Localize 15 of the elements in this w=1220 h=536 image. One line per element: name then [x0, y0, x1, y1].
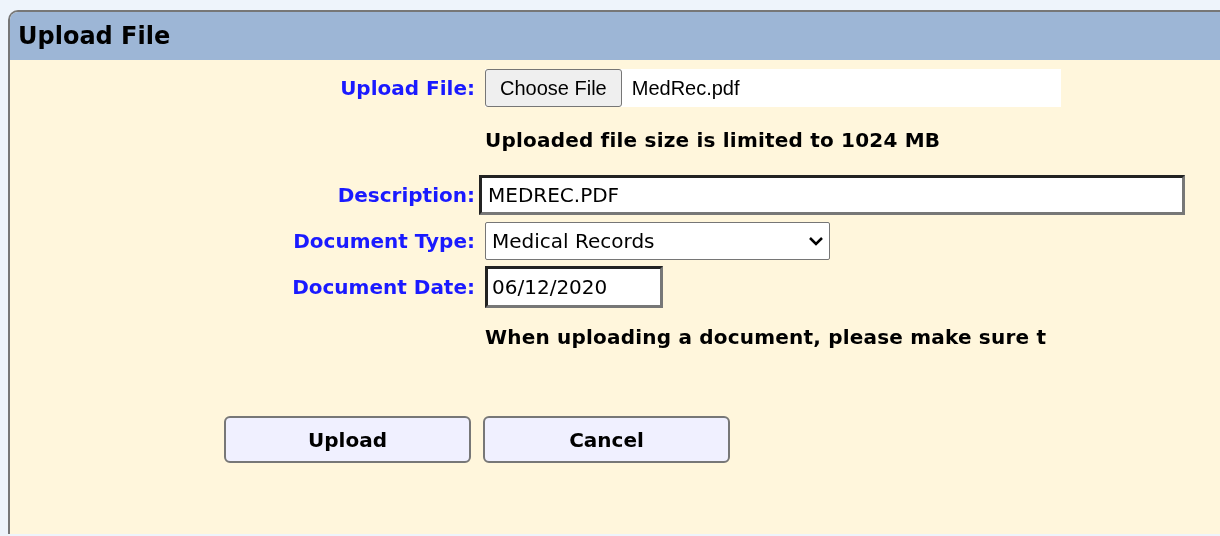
date-field[interactable]: 06/12/2020: [485, 266, 663, 308]
description-field[interactable]: MEDREC.PDF: [479, 175, 1185, 215]
choose-file-button[interactable]: Choose File: [485, 69, 622, 107]
upload-button[interactable]: Upload: [224, 416, 471, 463]
field-label: Upload File:: [340, 75, 475, 102]
file-name: MedRec.pdf: [631, 76, 740, 101]
field-label: Document Date:: [292, 274, 475, 301]
chevron-down-icon: [809, 236, 823, 246]
field-label: Description:: [337, 182, 475, 209]
field-label: Document Type:: [293, 228, 475, 255]
note-text: Uploaded file size is limited to 1024 MB: [485, 127, 941, 154]
cancel-button[interactable]: Cancel: [483, 416, 730, 463]
document-type-dropdown[interactable]: Medical Records: [485, 222, 830, 260]
panel-title: Upload File: [18, 21, 171, 52]
note-text: When uploading a document, please make sure t: [485, 324, 1047, 351]
